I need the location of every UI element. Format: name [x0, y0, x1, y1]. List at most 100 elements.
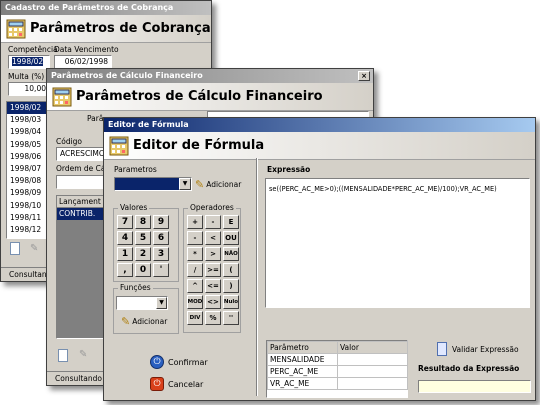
window-title: Parâmetros de Cálculo Financeiro [51, 71, 203, 80]
keypad-button[interactable]: 7 [117, 215, 133, 229]
header-title: Parâmetros de Cobrança [30, 21, 211, 36]
expressao-textarea[interactable]: se((PERC_AC_ME>0);((MENSALIDADE*PERC_AC_… [265, 178, 530, 308]
data-vencimento-label: Data Vencimento [54, 45, 119, 54]
table-row[interactable]: MENSALIDADE [267, 353, 408, 366]
keypad-button[interactable]: 4 [117, 231, 133, 245]
expressao-label: Expressão [267, 165, 311, 174]
ordem-calculo-field[interactable] [56, 175, 106, 189]
parametros-select[interactable]: ▼ [114, 177, 192, 191]
adicionar-parametro-button[interactable]: ✎ Adicionar [195, 176, 241, 192]
power-icon: ⏻ [150, 355, 164, 369]
operator-button[interactable]: % [205, 311, 221, 325]
window-editor-formula: Editor de Fórmula Editor de Fórmula Para… [103, 117, 536, 401]
list-item[interactable]: 1998/12 [7, 224, 50, 236]
operator-button[interactable]: <= [205, 279, 221, 293]
operator-button[interactable]: >= [205, 263, 221, 277]
operator-button[interactable]: ^ [187, 279, 203, 293]
new-icon[interactable] [58, 349, 68, 362]
edit-icon[interactable]: ✎ [79, 350, 91, 360]
list-item[interactable]: 1998/08 [7, 175, 50, 187]
operator-button[interactable]: > [205, 247, 221, 261]
keypad-button[interactable]: 1 [117, 247, 133, 261]
resultado-field [418, 380, 531, 393]
operadores-label: Operadores [188, 203, 236, 212]
validar-expressao-button[interactable]: Validar Expressão [437, 341, 519, 357]
adicionar-funcao-button[interactable]: ✎ Adicionar [121, 314, 167, 328]
keypad-button[interactable]: 8 [135, 215, 151, 229]
multa-field[interactable]: 10,00 [8, 82, 50, 96]
chevron-down-icon[interactable]: ▼ [179, 178, 191, 190]
list-item[interactable]: 1998/03 [7, 114, 50, 126]
chevron-down-icon[interactable]: ▼ [156, 297, 167, 309]
operator-button[interactable]: / [187, 263, 203, 277]
operator-button[interactable]: + [187, 215, 203, 229]
operator-button[interactable]: OU [223, 231, 239, 245]
operator-button[interactable]: MOD [187, 295, 203, 309]
list-item[interactable]: 1998/04 [7, 126, 50, 138]
keypad-button[interactable]: 2 [135, 247, 151, 261]
close-button[interactable]: × [358, 71, 370, 81]
pencil-icon: ✎ [121, 314, 131, 328]
operator-button[interactable]: DIV [187, 311, 203, 325]
confirmar-label: Confirmar [168, 357, 208, 367]
list-item[interactable]: 1998/06 [7, 151, 50, 163]
table-cell[interactable] [337, 353, 408, 366]
pencil-icon: ✎ [195, 177, 205, 191]
table-cell[interactable] [337, 377, 408, 390]
keypad-button[interactable]: 9 [153, 215, 169, 229]
operator-button[interactable]: - [205, 215, 221, 229]
table-row[interactable]: PERC_AC_ME [267, 365, 408, 378]
operator-button[interactable]: * [187, 247, 203, 261]
grid-row[interactable]: CONTRIB. [57, 208, 105, 220]
keypad-button[interactable]: 3 [153, 247, 169, 261]
list-item[interactable]: 1998/10 [7, 200, 50, 212]
operator-button[interactable]: E [223, 215, 239, 229]
cancelar-label: Cancelar [168, 379, 204, 389]
lancamentos-grid[interactable]: Lançament CONTRIB. [56, 195, 106, 339]
keypad-button[interactable]: 5 [135, 231, 151, 245]
resultado-label: Resultado da Expressão [418, 364, 520, 373]
confirmar-button[interactable]: ⏻ Confirmar [150, 354, 208, 370]
valores-label: Valores [118, 203, 150, 212]
table-cell[interactable] [337, 365, 408, 378]
keypad-button[interactable]: 0 [135, 263, 151, 277]
titlebar[interactable]: Editor de Fórmula [104, 118, 535, 132]
operator-button[interactable]: - [187, 231, 203, 245]
keypad-button[interactable]: , [117, 263, 133, 277]
new-icon[interactable] [10, 242, 20, 255]
competencia-list[interactable]: 1998/02 1998/03 1998/04 1998/05 1998/06 1998/… [6, 101, 51, 239]
table-cell[interactable]: PERC_AC_ME [267, 365, 338, 378]
list-item[interactable]: 1998/09 [7, 187, 50, 199]
operator-button[interactable]: <> [205, 295, 221, 309]
operator-button[interactable]: Nulo [223, 295, 239, 309]
codigo-field[interactable]: ACRESCIMO [56, 147, 106, 161]
funcoes-select[interactable]: ▼ [116, 296, 168, 310]
codigo-label: Código [56, 137, 83, 146]
header-title: Parâmetros de Cálculo Financeiro [76, 89, 323, 104]
header-title: Editor de Fórmula [133, 138, 265, 153]
data-vencimento-field[interactable]: 06/02/1998 [54, 55, 112, 69]
validar-label: Validar Expressão [452, 344, 519, 354]
list-item[interactable]: 1998/05 [7, 139, 50, 151]
operator-button[interactable]: ) [223, 279, 239, 293]
table-cell[interactable]: MENSALIDADE [267, 353, 338, 366]
table-cell[interactable]: VR_AC_ME [267, 377, 338, 390]
operator-button[interactable]: NÃO [223, 247, 239, 261]
operator-button[interactable]: '' [223, 311, 239, 325]
titlebar[interactable]: Parâmetros de Cálculo Financeiro × [47, 69, 373, 83]
list-item[interactable]: 1998/07 [7, 163, 50, 175]
window-header: Parâmetros de Cálculo Financeiro [47, 83, 373, 111]
operator-button[interactable]: < [205, 231, 221, 245]
competencia-field[interactable]: 1998/02 [8, 55, 50, 69]
grid-header: Lançament [57, 196, 105, 208]
operator-button[interactable]: ( [223, 263, 239, 277]
titlebar[interactable]: Cadastro de Parâmetros de Cobrança [1, 1, 211, 15]
edit-icon[interactable]: ✎ [30, 244, 42, 254]
cancelar-button[interactable]: ⏻ Cancelar [150, 376, 203, 392]
list-item[interactable]: 1998/11 [7, 212, 50, 224]
keypad-button[interactable]: ' [153, 263, 169, 277]
table-row[interactable]: VR_AC_ME [267, 377, 408, 390]
list-item[interactable]: 1998/02 [7, 102, 50, 115]
parametros-table[interactable]: Parâmetro Valor MENSALIDADE PERC_AC_ME VR_A… [266, 340, 408, 398]
keypad-button[interactable]: 6 [153, 231, 169, 245]
